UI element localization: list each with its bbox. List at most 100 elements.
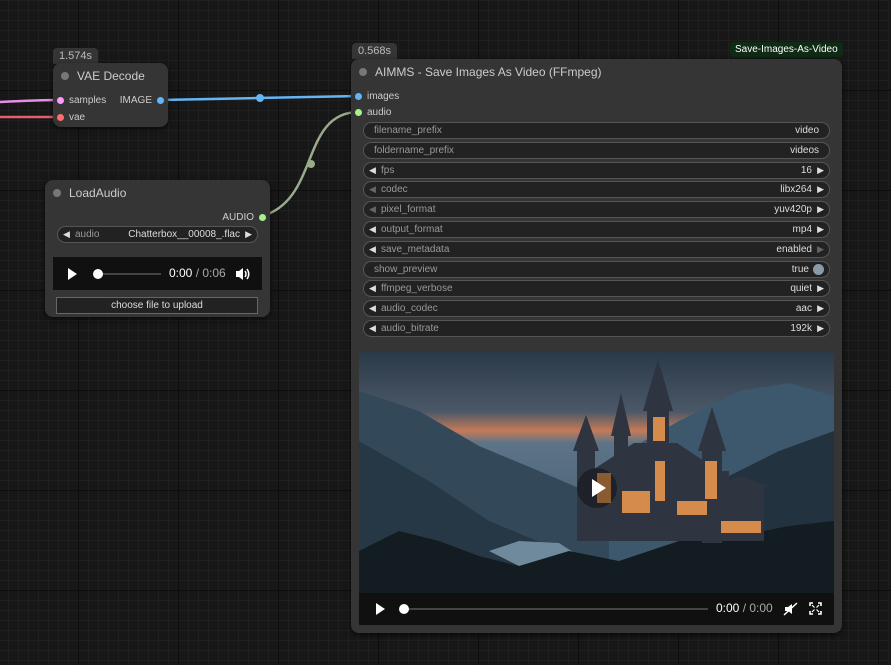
widget-audio-bitrate[interactable]: ◀ audio_bitrate 192k ▶	[363, 320, 830, 337]
time-separator: /	[192, 266, 203, 280]
decrement-arrow-icon[interactable]: ◀	[63, 229, 70, 240]
collapse-dot-icon[interactable]	[61, 72, 69, 80]
widget-fps[interactable]: ◀ fps 16 ▶	[363, 162, 830, 179]
play-icon[interactable]	[375, 603, 386, 615]
load-audio-node[interactable]: LoadAudio AUDIO ◀ audio Chatterbox__0000…	[45, 180, 270, 317]
widget-name: audio	[75, 229, 100, 240]
play-icon[interactable]	[67, 268, 78, 280]
widget-save-metadata[interactable]: ◀ save_metadata enabled ▶	[363, 241, 830, 258]
widget-show-preview[interactable]: show_preview true	[363, 261, 830, 278]
increment-arrow-icon[interactable]: ▶	[817, 323, 824, 334]
seek-track[interactable]	[403, 608, 708, 610]
increment-arrow-icon[interactable]: ▶	[817, 303, 824, 314]
widget-filename-prefix[interactable]: filename_prefix video	[363, 122, 830, 139]
vae-decode-node[interactable]: VAE Decode samples vae IMAGE	[53, 63, 168, 127]
seek-track[interactable]	[97, 273, 161, 275]
toggle-knob[interactable]	[813, 264, 824, 275]
increment-arrow-icon[interactable]: ▶	[817, 283, 824, 294]
widget-name: foldername_prefix	[374, 145, 455, 156]
widget-value: aac	[795, 303, 812, 314]
widget-name: fps	[381, 165, 395, 176]
widget-ffmpeg-verbose[interactable]: ◀ ffmpeg_verbose quiet ▶	[363, 280, 830, 297]
collapse-dot-icon[interactable]	[359, 68, 367, 76]
widget-output-format[interactable]: ◀ output_format mp4 ▶	[363, 221, 830, 238]
input-label-images: images	[367, 91, 400, 102]
choose-file-button[interactable]: choose file to upload	[56, 297, 258, 314]
widget-value: mp4	[792, 224, 812, 235]
widget-value: Chatterbox__00008_.flac	[128, 229, 240, 240]
duration: 0:06	[202, 266, 226, 280]
widget-value: enabled	[776, 244, 812, 255]
link-midpoint-audio	[307, 160, 315, 168]
audio-player[interactable]: 0:00 / 0:06	[53, 257, 262, 290]
increment-arrow-icon[interactable]: ▶	[817, 244, 824, 255]
widget-value: quiet	[790, 283, 812, 294]
decrement-arrow-icon[interactable]: ◀	[369, 303, 376, 314]
seek-thumb[interactable]	[93, 269, 103, 279]
widget-value: videos	[790, 145, 819, 156]
widget-name: output_format	[381, 224, 443, 235]
video-preview[interactable]	[359, 351, 834, 593]
decrement-arrow-icon[interactable]: ◀	[369, 244, 376, 255]
node-title: LoadAudio	[69, 186, 127, 200]
input-socket-images[interactable]	[355, 93, 362, 100]
node-title-bar[interactable]: VAE Decode	[53, 63, 168, 85]
input-socket-samples[interactable]	[57, 97, 64, 104]
decrement-arrow-icon[interactable]: ◀	[369, 224, 376, 235]
increment-arrow-icon[interactable]: ▶	[245, 229, 252, 240]
widget-foldername-prefix[interactable]: foldername_prefix videos	[363, 142, 830, 159]
increment-arrow-icon[interactable]: ▶	[817, 184, 824, 195]
decrement-arrow-icon[interactable]: ◀	[369, 165, 376, 176]
node-source-badge: Save-Images-As-Video	[730, 42, 843, 57]
current-time: 0:00	[716, 601, 740, 615]
input-label-audio: audio	[367, 107, 392, 118]
muted-icon[interactable]	[783, 602, 798, 616]
input-socket-vae[interactable]	[57, 114, 64, 121]
current-time: 0:00	[169, 266, 193, 280]
widget-codec[interactable]: ◀ codec libx264 ▶	[363, 181, 830, 198]
input-label-vae: vae	[69, 112, 86, 123]
link-midpoint-image	[256, 94, 264, 102]
execution-time-badge: 0.568s	[352, 43, 398, 59]
widget-value: 16	[800, 165, 812, 176]
widget-name: audio_bitrate	[381, 323, 439, 334]
execution-time-badge: 1.574s	[53, 48, 99, 64]
link-samples	[0, 98, 62, 104]
widget-value: libx264	[780, 184, 812, 195]
decrement-arrow-icon[interactable]: ◀	[369, 204, 376, 215]
widget-name: show_preview	[374, 264, 438, 275]
increment-arrow-icon[interactable]: ▶	[817, 204, 824, 215]
widget-name: ffmpeg_verbose	[381, 283, 453, 294]
output-label-image: IMAGE	[119, 95, 152, 106]
node-title: VAE Decode	[77, 69, 145, 83]
widget-name: filename_prefix	[374, 125, 442, 136]
decrement-arrow-icon[interactable]: ◀	[369, 184, 376, 195]
input-socket-audio[interactable]	[355, 109, 362, 116]
video-player-controls[interactable]: 0:00 / 0:00	[359, 593, 834, 625]
decrement-arrow-icon[interactable]: ◀	[369, 283, 376, 294]
seek-thumb[interactable]	[399, 604, 409, 614]
save-images-as-video-node[interactable]: AIMMS - Save Images As Video (FFmpeg) im…	[351, 59, 842, 633]
collapse-dot-icon[interactable]	[53, 189, 61, 197]
node-title-bar[interactable]: AIMMS - Save Images As Video (FFmpeg)	[351, 59, 842, 81]
increment-arrow-icon[interactable]: ▶	[817, 224, 824, 235]
time-display: 0:00 / 0:06	[169, 266, 226, 280]
output-label-audio: AUDIO	[222, 212, 254, 223]
audio-file-combo[interactable]: ◀ audio Chatterbox__00008_.flac ▶	[57, 226, 258, 243]
widget-name: pixel_format	[381, 204, 436, 215]
widget-audio-codec[interactable]: ◀ audio_codec aac ▶	[363, 300, 830, 317]
time-display: 0:00 / 0:00	[716, 601, 773, 615]
widget-name: codec	[381, 184, 408, 195]
widget-value: 192k	[790, 323, 812, 334]
widget-pixel-format[interactable]: ◀ pixel_format yuv420p ▶	[363, 201, 830, 218]
output-socket-audio[interactable]	[259, 214, 266, 221]
duration: 0:00	[749, 601, 773, 615]
output-socket-image[interactable]	[157, 97, 164, 104]
widget-value: true	[791, 264, 809, 275]
decrement-arrow-icon[interactable]: ◀	[369, 323, 376, 334]
node-title: AIMMS - Save Images As Video (FFmpeg)	[375, 65, 602, 79]
volume-icon[interactable]	[235, 267, 251, 281]
node-title-bar[interactable]: LoadAudio	[45, 180, 270, 202]
fullscreen-icon[interactable]	[809, 602, 822, 615]
increment-arrow-icon[interactable]: ▶	[817, 165, 824, 176]
